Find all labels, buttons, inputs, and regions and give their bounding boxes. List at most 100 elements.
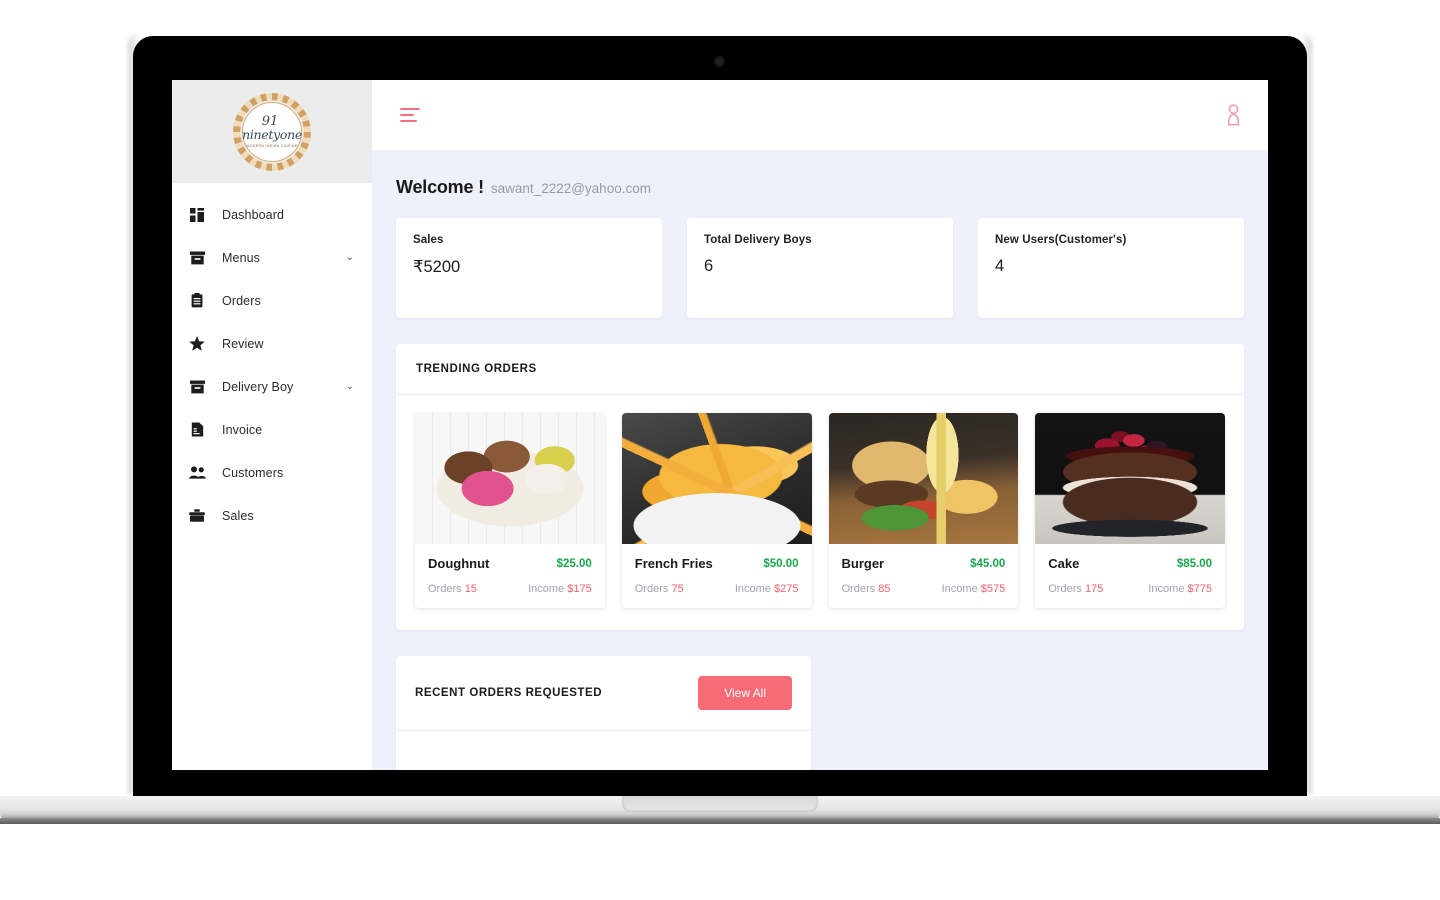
doughnuts-photo — [415, 413, 605, 544]
dashboard-icon — [186, 207, 208, 222]
product-stats-row: Orders 85 Income $575 — [842, 583, 1006, 595]
sidebar-item-delivery-boy[interactable]: Delivery Boy ⌄ — [172, 365, 372, 408]
stat-card-new-users[interactable]: New Users(Customer's) 4 — [978, 218, 1244, 318]
product-info: Doughnut $25.00 Orders 15 Income $175 — [415, 544, 605, 608]
brand-logo: 91 ninetyone Modern Indian Cuisine — [233, 92, 311, 171]
income-label: Income — [734, 583, 771, 595]
hamburger-line — [400, 113, 414, 117]
welcome-banner: Welcome ! sawant_2222@yahoo.com — [396, 177, 1244, 198]
product-title-row: Burger $45.00 — [842, 556, 1006, 571]
french-fries-photo — [621, 413, 812, 544]
sidebar-item-customers[interactable]: Customers — [172, 451, 372, 494]
product-orders: Orders 15 — [428, 583, 477, 595]
sidebar-item-dashboard[interactable]: Dashboard — [172, 193, 372, 236]
burger-photo — [828, 413, 1019, 544]
sidebar-item-label: Review — [222, 336, 264, 351]
laptop-foot — [0, 818, 1440, 824]
recent-orders-body — [396, 731, 811, 770]
trending-orders-header: TRENDING ORDERS — [396, 344, 1244, 395]
stat-card-delivery-boys[interactable]: Total Delivery Boys 6 — [687, 218, 953, 318]
archive-icon — [186, 380, 208, 394]
product-income: Income $775 — [1148, 583, 1212, 595]
view-all-button[interactable]: View All — [698, 676, 792, 710]
orders-count: 175 — [1084, 583, 1104, 595]
product-name: Burger — [841, 556, 885, 571]
income-value: $575 — [980, 583, 1006, 595]
laptop-mockup: 91 ninetyone Modern Indian Cuisine Dashb… — [0, 0, 1440, 900]
product-name: Doughnut — [428, 556, 490, 571]
orders-count: 85 — [878, 583, 891, 595]
sidebar-item-invoice[interactable]: Invoice — [172, 408, 372, 451]
product-info: Cake $85.00 Orders 175 Income $775 — [1035, 544, 1225, 608]
product-income: Income $175 — [528, 583, 592, 595]
sidebar-item-label: Delivery Boy — [222, 379, 294, 394]
hamburger-line — [400, 107, 420, 111]
archive-icon — [186, 251, 208, 265]
product-income: Income $575 — [942, 583, 1006, 595]
app-screen: 91 ninetyone Modern Indian Cuisine Dashb… — [172, 80, 1268, 770]
welcome-user-email: sawant_2222@yahoo.com — [490, 181, 651, 196]
orders-count: 15 — [464, 583, 477, 595]
sidebar-nav: Dashboard Menus ⌄ Orders Review Delivery… — [172, 183, 372, 537]
sidebar-item-label: Orders — [222, 293, 261, 308]
chevron-down-icon[interactable]: ⌄ — [346, 381, 354, 392]
welcome-title: Welcome ! — [396, 177, 484, 197]
content-area: Welcome ! sawant_2222@yahoo.com Sales ₹5… — [372, 150, 1268, 770]
orders-label: Orders — [841, 583, 876, 595]
laptop-trackpad-notch — [622, 796, 818, 812]
document-icon — [186, 422, 208, 437]
logo-inner-circle: 91 ninetyone Modern Indian Cuisine — [242, 101, 302, 162]
stat-card-sales[interactable]: Sales ₹5200 — [396, 218, 662, 318]
income-label: Income — [941, 583, 978, 595]
main-area: Welcome ! sawant_2222@yahoo.com Sales ₹5… — [372, 80, 1268, 770]
income-value: $775 — [1187, 583, 1212, 595]
income-value: $275 — [774, 583, 799, 595]
user-account-icon[interactable] — [1225, 104, 1242, 126]
orders-label: Orders — [1048, 583, 1082, 595]
product-price: $25.00 — [556, 557, 592, 570]
cake-photo — [1035, 413, 1225, 544]
product-title-row: Doughnut $25.00 — [428, 556, 592, 571]
logo-number: 91 — [261, 113, 279, 129]
sidebar-item-sales[interactable]: Sales — [172, 494, 372, 537]
product-card[interactable]: French Fries $50.00 Orders 75 Income $27… — [621, 413, 812, 608]
product-price: $85.00 — [1176, 557, 1212, 570]
sidebar-item-label: Menus — [222, 250, 261, 265]
product-orders: Orders 75 — [635, 583, 684, 595]
people-icon — [186, 466, 208, 479]
product-card[interactable]: Burger $45.00 Orders 85 Income $575 — [828, 413, 1019, 608]
product-price: $50.00 — [763, 557, 799, 570]
orders-label: Orders — [634, 583, 669, 595]
sidebar-item-review[interactable]: Review — [172, 322, 372, 365]
product-card[interactable]: Cake $85.00 Orders 175 Income $775 — [1035, 413, 1225, 608]
product-title-row: Cake $85.00 — [1048, 556, 1212, 571]
top-bar — [372, 80, 1268, 150]
brand-logo-container[interactable]: 91 ninetyone Modern Indian Cuisine — [172, 80, 372, 183]
sidebar-item-menus[interactable]: Menus ⌄ — [172, 236, 372, 279]
stat-value: 6 — [704, 257, 714, 275]
stat-value: 4 — [995, 257, 1005, 275]
product-info: Burger $45.00 Orders 85 Income $575 — [829, 544, 1019, 608]
orders-count: 75 — [671, 583, 684, 595]
logo-tagline: Modern Indian Cuisine — [246, 144, 298, 149]
trending-orders-panel: TRENDING ORDERS Doughnut $25.00 Orders 1… — [396, 344, 1244, 630]
trending-orders-list: Doughnut $25.00 Orders 15 Income $175 Fr… — [396, 395, 1244, 630]
product-stats-row: Orders 15 Income $175 — [428, 583, 592, 595]
panel-title: RECENT ORDERS REQUESTED — [415, 687, 603, 699]
sidebar: 91 ninetyone Modern Indian Cuisine Dashb… — [172, 80, 372, 770]
chevron-down-icon[interactable]: ⌄ — [346, 252, 354, 263]
stat-label: Sales — [413, 234, 444, 246]
hamburger-icon[interactable] — [400, 107, 420, 123]
product-orders: Orders 85 — [842, 583, 891, 595]
sidebar-item-orders[interactable]: Orders — [172, 279, 372, 322]
hamburger-line — [400, 119, 417, 123]
sidebar-item-label: Dashboard — [222, 207, 285, 222]
orders-label: Orders — [428, 583, 462, 595]
stat-label: Total Delivery Boys — [704, 234, 812, 246]
stat-value: ₹5200 — [413, 258, 461, 276]
briefcase-icon — [186, 509, 208, 522]
product-card[interactable]: Doughnut $25.00 Orders 15 Income $175 — [415, 413, 605, 608]
product-name: French Fries — [634, 556, 713, 571]
recent-orders-header: RECENT ORDERS REQUESTED View All — [396, 656, 811, 731]
panel-title: TRENDING ORDERS — [416, 363, 537, 375]
